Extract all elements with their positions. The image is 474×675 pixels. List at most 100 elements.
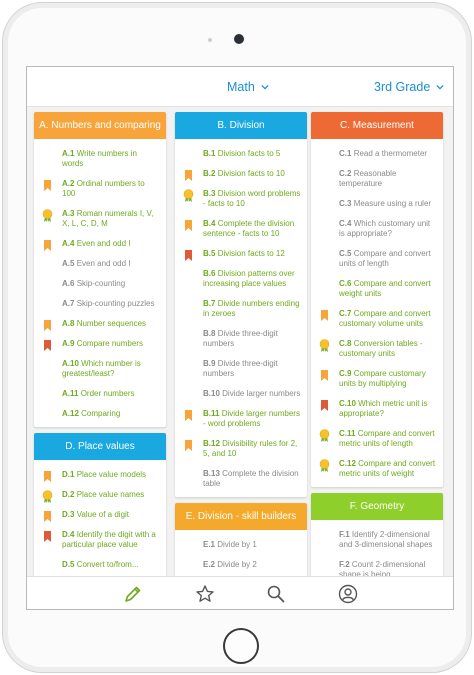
skill-item[interactable]: A.9 Compare numbers xyxy=(38,339,162,351)
skill-item[interactable]: B.6 Division patterns over increasing pl… xyxy=(179,269,303,289)
skill-item[interactable]: B.1 Division facts to 5 xyxy=(179,149,303,159)
skill-label: Division facts to 5 xyxy=(217,149,281,158)
section-header-b[interactable]: B. Division xyxy=(175,112,307,139)
bookmark-icon xyxy=(185,170,192,181)
skill-item[interactable]: B.12 Divisibility rules for 2, 5, and 10 xyxy=(179,439,303,459)
skill-item[interactable]: B.10 Divide larger numbers xyxy=(179,389,303,399)
skill-item[interactable]: A.1 Write numbers in words xyxy=(38,149,162,169)
skill-item[interactable]: A.7 Skip-counting puzzles xyxy=(38,299,162,309)
bookmark-icon xyxy=(321,370,328,381)
skill-code: C.6 xyxy=(339,279,352,288)
skill-item[interactable]: A.4 Even and odd I xyxy=(38,239,162,251)
skill-label: Convert to/from... xyxy=(76,560,139,569)
skill-item[interactable]: D.1 Place value models xyxy=(38,470,162,482)
skill-item[interactable]: C.1 Read a thermometer xyxy=(315,149,439,159)
profile-icon[interactable] xyxy=(338,584,358,604)
bookmark-icon xyxy=(44,511,51,522)
skill-item[interactable]: A.12 Comparing xyxy=(38,409,162,419)
skill-code: B.6 xyxy=(203,269,216,278)
front-sensor xyxy=(208,38,212,42)
skill-item[interactable]: D.5 Convert to/from... xyxy=(38,560,162,570)
skill-item[interactable]: C.5 Compare and convert units of length xyxy=(315,249,439,269)
skill-label: Number sequences xyxy=(76,319,147,328)
skill-code: A.8 xyxy=(62,319,75,328)
skill-code: A.5 xyxy=(62,259,75,268)
skill-label: Compare and convert customary volume uni… xyxy=(339,309,431,328)
skill-item[interactable]: F.1 Identify 2-dimensional and 3-dimensi… xyxy=(315,530,439,550)
top-bar: Math 3rd Grade xyxy=(27,67,453,107)
skill-item[interactable]: D.3 Value of a digit xyxy=(38,510,162,522)
skill-code: B.4 xyxy=(203,219,216,228)
grade-dropdown[interactable]: 3rd Grade xyxy=(374,80,444,94)
skill-item[interactable]: B.11 Divide larger numbers - word proble… xyxy=(179,409,303,429)
skill-item[interactable]: C.7 Compare and convert customary volume… xyxy=(315,309,439,329)
skill-item[interactable]: B.2 Division facts to 10 xyxy=(179,169,303,181)
front-camera xyxy=(234,34,244,44)
skill-item[interactable]: B.3 Division word problems - facts to 10 xyxy=(179,189,303,209)
skill-list: C.1 Read a thermometer C.2 Reasonable tem… xyxy=(311,139,443,487)
section-header-f[interactable]: F. Geometry xyxy=(311,493,443,520)
skill-code: C.12 xyxy=(339,459,356,468)
skill-code: F.2 xyxy=(339,560,350,569)
skill-label: Divide larger numbers xyxy=(222,389,301,398)
skill-item[interactable]: C.6 Compare and convert weight units xyxy=(315,279,439,299)
bookmark-icon xyxy=(44,471,51,482)
section-header-d[interactable]: D. Place values xyxy=(34,433,166,460)
section-card-d: D. Place values D.1 Place value models D.… xyxy=(34,433,166,578)
skill-item[interactable]: A.5 Even and odd I xyxy=(38,259,162,269)
pencil-icon[interactable] xyxy=(123,584,143,604)
skill-item[interactable]: A.11 Order numbers xyxy=(38,389,162,399)
subject-dropdown[interactable]: Math xyxy=(227,80,269,94)
skill-item[interactable]: C.4 Which customary unit is appropriate? xyxy=(315,219,439,239)
skill-item[interactable]: B.5 Division facts to 12 xyxy=(179,249,303,261)
skill-item[interactable]: B.13 Complete the division table xyxy=(179,469,303,489)
skill-label: Divide by 1 xyxy=(217,540,257,549)
skill-item[interactable]: B.7 Divide numbers ending in zeroes xyxy=(179,299,303,319)
skill-item[interactable]: A.10 Which number is greatest/least? xyxy=(38,359,162,379)
search-icon[interactable] xyxy=(266,584,286,604)
skill-code: A.2 xyxy=(62,179,75,188)
skill-item[interactable]: D.4 Identify the digit with a particular… xyxy=(38,530,162,550)
skill-code: B.8 xyxy=(203,329,216,338)
skill-item[interactable]: B.4 Complete the division sentence - fac… xyxy=(179,219,303,239)
skill-item[interactable]: C.10 Which metric unit is appropriate? xyxy=(315,399,439,419)
star-icon[interactable] xyxy=(195,584,215,604)
section-header-e[interactable]: E. Division - skill builders xyxy=(175,503,307,530)
skill-label: Compare customary units by multiplying xyxy=(339,369,426,388)
section-card-b: B. Division B.1 Division facts to 5 B.2 D… xyxy=(175,112,307,497)
skill-code: D.2 xyxy=(62,490,75,499)
bottom-tab-bar xyxy=(27,576,453,609)
skill-label: Measure using a ruler xyxy=(353,199,432,208)
medal-icon xyxy=(319,459,330,472)
skill-label: Compare and convert weight units xyxy=(339,279,431,298)
skill-item[interactable]: A.2 Ordinal numbers to 100 xyxy=(38,179,162,199)
skill-item[interactable]: E.1 Divide by 1 xyxy=(179,540,303,550)
section-header-a[interactable]: A. Numbers and comparing xyxy=(34,112,166,139)
skill-item[interactable]: D.2 Place value names xyxy=(38,490,162,503)
skill-item[interactable]: A.3 Roman numerals I, V, X, L, C, D, M xyxy=(38,209,162,229)
skill-label: Divide by 2 xyxy=(217,560,257,569)
skill-item[interactable]: C.3 Measure using a ruler xyxy=(315,199,439,209)
skill-label: Read a thermometer xyxy=(353,149,428,158)
skill-item[interactable]: A.8 Number sequences xyxy=(38,319,162,331)
home-button[interactable] xyxy=(223,628,259,664)
skill-label: Write numbers in words xyxy=(62,149,138,168)
skill-item[interactable]: E.2 Divide by 2 xyxy=(179,560,303,570)
skill-code: B.11 xyxy=(203,409,220,418)
skill-code: A.7 xyxy=(62,299,75,308)
skill-item[interactable]: C.2 Reasonable temperature xyxy=(315,169,439,189)
skill-label: Skip-counting xyxy=(76,279,126,288)
column-right: C. Measurement C.1 Read a thermometer C.2… xyxy=(311,112,443,594)
skill-item[interactable]: C.8 Conversion tables - customary units xyxy=(315,339,439,359)
section-header-c[interactable]: C. Measurement xyxy=(311,112,443,139)
skill-item[interactable]: C.9 Compare customary units by multiplyi… xyxy=(315,369,439,389)
bookmark-icon xyxy=(44,340,51,351)
medal-icon xyxy=(319,429,330,442)
skill-item[interactable]: C.12 Compare and convert metric units of… xyxy=(315,459,439,479)
skill-code: E.2 xyxy=(203,560,216,569)
skill-item[interactable]: C.11 Compare and convert metric units of… xyxy=(315,429,439,449)
skill-code: B.2 xyxy=(203,169,216,178)
skill-item[interactable]: B.8 Divide three-digit numbers xyxy=(179,329,303,349)
skill-item[interactable]: B.9 Divide three-digit numbers xyxy=(179,359,303,379)
skill-item[interactable]: A.6 Skip-counting xyxy=(38,279,162,289)
